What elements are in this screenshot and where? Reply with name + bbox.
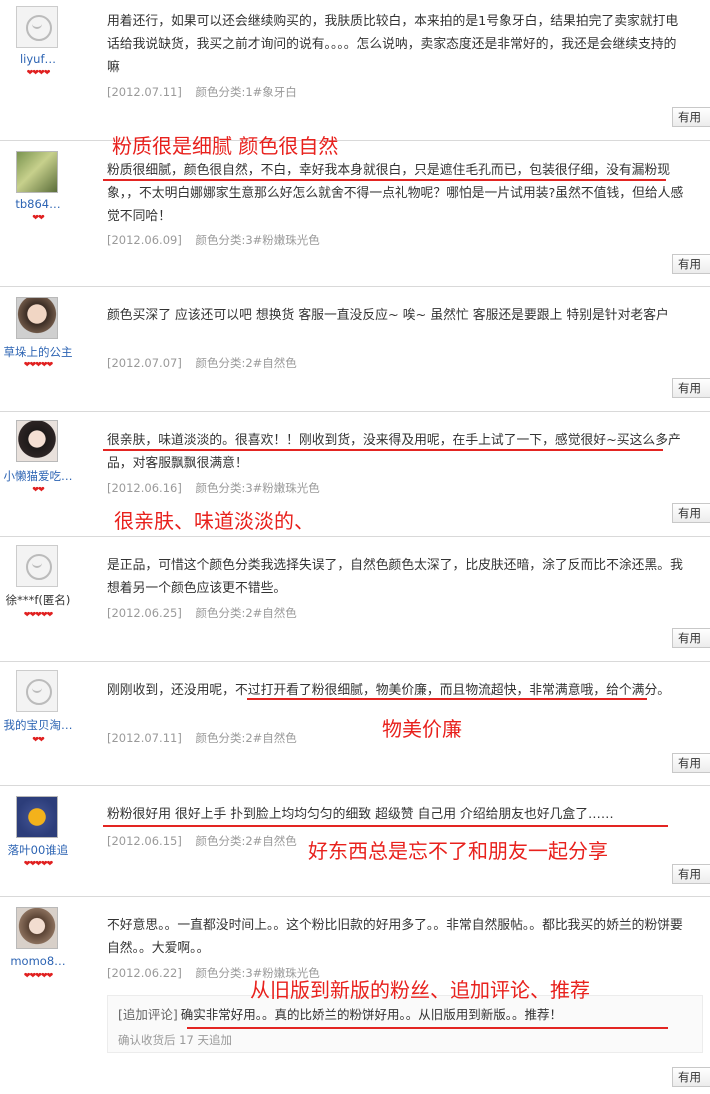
avatar[interactable] [16, 6, 58, 48]
review-item: 我的宝贝淘… ❤❤ 刚刚收到，还没用呢，不过打开看了粉很细腻，物美价廉，而且物流… [0, 662, 710, 786]
rank-hearts-icon: ❤❤ [32, 213, 44, 222]
rank-hearts-icon: ❤❤❤❤❤ [23, 859, 54, 868]
review-date: [2012.06.09] [107, 233, 182, 247]
review-text: 颜色买深了 应该还可以吧 想换货 客服一直没反应~ 唉~ 虽然忙 客服还是要跟上… [107, 308, 669, 323]
review-item: tb864… ❤❤ 粉质很细腻，颜色很自然，不白，幸好我本身就很白，只是遮住毛孔… [0, 141, 710, 287]
review-text: 很亲肤，味道淡淡的。很喜欢！！刚收到货，没来得及用呢，在手上试了一下，感觉很好~… [107, 433, 681, 471]
review-date: [2012.06.15] [107, 834, 182, 848]
review-meta: [2012.07.11] 颜色分类:1#象牙白 [107, 84, 297, 100]
review-meta: [2012.06.16] 颜色分类:3#粉嫩珠光色 [107, 480, 320, 496]
review-sku: 颜色分类:3#粉嫩珠光色 [195, 481, 320, 495]
useful-button[interactable]: 有用 [672, 753, 710, 773]
rank-hearts-icon: ❤❤❤❤❤ [23, 971, 54, 980]
username-link[interactable]: 落叶00谁追 [0, 842, 76, 858]
review-sku: 颜色分类:2#自然色 [195, 834, 297, 848]
append-review: [追加评论] 确实非常好用。。真的比娇兰的粉饼好用。。从旧版用到新版。。推荐！ 确… [107, 995, 703, 1053]
review-sku: 颜色分类:1#象牙白 [195, 85, 297, 99]
underline-mark [247, 698, 647, 700]
useful-button[interactable]: 有用 [672, 628, 710, 648]
append-review-body: 确实非常好用。。真的比娇兰的粉饼好用。。从旧版用到新版。。推荐！ [180, 1007, 563, 1022]
review-date: [2012.07.07] [107, 356, 182, 370]
username-link[interactable]: momo8… [0, 954, 76, 968]
review-text: 粉粉很好用 很好上手 扑到脸上均均匀匀的细致 超级赞 自己用 介绍给朋友也好几盒… [107, 807, 614, 822]
rank-hearts-icon: ❤❤ [32, 485, 44, 494]
rank-hearts-icon: ❤❤❤❤❤ [23, 610, 54, 619]
rank-hearts-icon: ❤❤❤❤ [26, 68, 51, 77]
review-meta: [2012.06.09] 颜色分类:3#粉嫩珠光色 [107, 232, 320, 248]
username-link[interactable]: liyuf… [0, 52, 76, 66]
review-meta: [2012.06.25] 颜色分类:2#自然色 [107, 605, 297, 621]
review-date: [2012.06.22] [107, 966, 182, 980]
useful-button[interactable]: 有用 [672, 864, 710, 884]
annotation-share-friends: 好东西总是忘不了和朋友一起分享 [308, 839, 608, 863]
append-review-text: [追加评论] 确实非常好用。。真的比娇兰的粉饼好用。。从旧版用到新版。。推荐！ [118, 1004, 562, 1023]
review-date: [2012.07.11] [107, 731, 182, 745]
rank-hearts-icon: ❤❤❤❤❤ [23, 360, 54, 369]
avatar[interactable] [16, 545, 58, 587]
review-date: [2012.06.16] [107, 481, 182, 495]
avatar[interactable] [16, 420, 58, 462]
underline-mark [103, 825, 668, 827]
useful-button[interactable]: 有用 [672, 1067, 710, 1087]
review-item: 小懒猫爱吃… ❤❤ 很亲肤，味道淡淡的。很喜欢！！刚收到货，没来得及用呢，在手上… [0, 412, 710, 537]
avatar[interactable] [16, 907, 58, 949]
review-sku: 颜色分类:3#粉嫩珠光色 [195, 233, 320, 247]
annotation-fan-recommend: 从旧版到新版的粉丝、追加评论、推荐 [250, 978, 590, 1002]
underline-mark [187, 1027, 668, 1029]
review-text: 用着还行，如果可以还会继续购买的，我肤质比较白，本来拍的是1号象牙白，结果拍完了… [107, 14, 679, 75]
useful-button[interactable]: 有用 [672, 503, 710, 523]
underline-mark [103, 179, 666, 181]
underline-mark [103, 449, 663, 451]
annotation-fine-natural: 粉质很是细腻 颜色很自然 [112, 134, 339, 158]
username-link[interactable]: 我的宝贝淘… [0, 717, 76, 733]
avatar[interactable] [16, 670, 58, 712]
username-link[interactable]: 草垛上的公主 [0, 344, 76, 360]
rank-hearts-icon: ❤❤ [32, 735, 44, 744]
append-review-note: 确认收货后 17 天追加 [118, 1033, 232, 1047]
useful-button[interactable]: 有用 [672, 107, 710, 127]
username-link[interactable]: 小懒猫爱吃… [0, 468, 76, 484]
review-item: liyuf… ❤❤❤❤ 用着还行，如果可以还会继续购买的，我肤质比较白，本来拍的… [0, 0, 710, 141]
useful-button[interactable]: 有用 [672, 378, 710, 398]
review-meta: [2012.07.11] 颜色分类:2#自然色 [107, 730, 297, 746]
review-date: [2012.07.11] [107, 85, 182, 99]
review-item: 草垛上的公主 ❤❤❤❤❤ 颜色买深了 应该还可以吧 想换货 客服一直没反应~ 唉… [0, 287, 710, 412]
append-review-tag: [追加评论] [118, 1007, 178, 1022]
review-text: 粉质很细腻，颜色很自然，不白，幸好我本身就很白，只是遮住毛孔而已，包装很仔细，没… [107, 163, 684, 224]
avatar[interactable] [16, 796, 58, 838]
review-date: [2012.06.25] [107, 606, 182, 620]
review-text: 是正品，可惜这个颜色分类我选择失误了，自然色颜色太深了，比皮肤还暗，涂了反而比不… [107, 558, 683, 596]
username-link: 徐***f(匿名) [5, 593, 71, 607]
review-sku: 颜色分类:2#自然色 [195, 731, 297, 745]
review-text: 不好意思。。一直都没时间上。。这个粉比旧款的好用多了。。非常自然服帖。。都比我买… [107, 918, 683, 956]
username-link[interactable]: tb864… [0, 197, 76, 211]
review-meta: [2012.07.07] 颜色分类:2#自然色 [107, 355, 297, 371]
review-item: 徐***f(匿名) ❤❤❤❤❤ 是正品，可惜这个颜色分类我选择失误了，自然色颜色… [0, 537, 710, 662]
avatar[interactable] [16, 297, 58, 339]
useful-button[interactable]: 有用 [672, 254, 710, 274]
annotation-good-value: 物美价廉 [382, 717, 462, 741]
review-sku: 颜色分类:2#自然色 [195, 606, 297, 620]
annotation-skin-friendly: 很亲肤、味道淡淡的、 [114, 509, 314, 533]
review-meta: [2012.06.15] 颜色分类:2#自然色 [107, 833, 297, 849]
avatar[interactable] [16, 151, 58, 193]
review-sku: 颜色分类:2#自然色 [195, 356, 297, 370]
